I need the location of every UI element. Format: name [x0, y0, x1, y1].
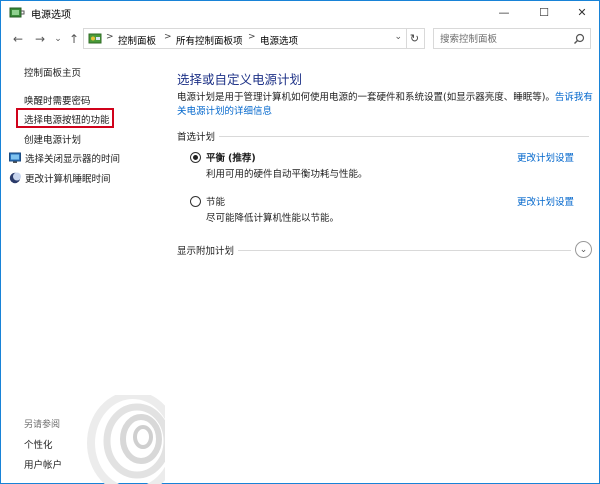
balanced-plan-name[interactable]: 平衡 (推荐) [206, 150, 256, 164]
balanced-plan-radio[interactable] [190, 152, 201, 163]
control-panel-home-link[interactable]: 控制面板主页 [24, 65, 81, 79]
search-box[interactable] [433, 28, 591, 49]
personalization-link[interactable]: 个性化 [24, 437, 53, 451]
search-icon[interactable] [573, 33, 585, 45]
power-saver-plan-name[interactable]: 节能 [206, 194, 225, 208]
additional-plans-section[interactable]: 显示附加计划 [177, 243, 571, 257]
breadcrumb-control-panel[interactable]: 控制面板 [118, 33, 156, 47]
balanced-plan-description: 利用可用的硬件自动平衡功耗与性能。 [206, 169, 368, 180]
control-panel-window: 电源选项 — ☐ ✕ ← → ⌄ ↑ > 控制面板 > 所有控制面板项 > 电源… [0, 0, 600, 484]
power-options-icon [9, 7, 25, 18]
refresh-button[interactable]: ↻ [405, 28, 425, 49]
moon-icon [9, 172, 21, 184]
back-button[interactable]: ← [9, 30, 27, 48]
sleep-time-link[interactable]: 更改计算机睡眠时间 [9, 171, 111, 185]
display-off-time-label: 选择关闭显示器的时间 [25, 154, 121, 165]
minimize-button[interactable]: — [489, 1, 519, 24]
description-text: 电源计划是用于管理计算机如何使用电源的一套硬件和系统设置(如显示器亮度、睡眠等)… [177, 92, 555, 103]
sleep-time-label: 更改计算机睡眠时间 [25, 174, 111, 185]
page-title: 选择或自定义电源计划 [177, 72, 303, 87]
power-saver-plan-radio[interactable] [190, 196, 201, 207]
address-bar[interactable]: > 控制面板 > 所有控制面板项 > 电源选项 ⌄ [83, 28, 407, 49]
user-accounts-link[interactable]: 用户帐户 [24, 457, 62, 471]
balanced-change-settings-link[interactable]: 更改计划设置 [517, 150, 574, 164]
plan-name-text: 平衡 [206, 153, 226, 164]
power-saver-plan-description: 尽可能降低计算机性能以节能。 [206, 213, 340, 224]
plan-tag-text: (推荐) [228, 153, 256, 164]
breadcrumb-separator: > [248, 32, 256, 42]
left-navigation-pane: 控制面板主页 唤醒时需要密码 选择电源按钮的功能 创建电源计划 选择关闭显示器的… [1, 53, 165, 484]
create-power-plan-link[interactable]: 创建电源计划 [24, 132, 81, 146]
breadcrumb-all-items[interactable]: 所有控制面板项 [176, 33, 243, 47]
see-also-heading: 另请参阅 [24, 420, 61, 430]
display-off-time-link[interactable]: 选择关闭显示器的时间 [9, 151, 120, 165]
up-button[interactable]: ↑ [65, 30, 83, 48]
title-bar: 电源选项 — ☐ ✕ [1, 1, 599, 24]
page-description: 电源计划是用于管理计算机如何使用电源的一套硬件和系统设置(如显示器亮度、睡眠等)… [177, 91, 595, 119]
maximize-button[interactable]: ☐ [529, 1, 559, 24]
search-input[interactable] [440, 32, 570, 46]
section-divider [177, 136, 589, 137]
preferred-plans-section: 首选计划 [177, 129, 589, 143]
main-content: 选择或自定义电源计划 电源计划是用于管理计算机如何使用电源的一套硬件和系统设置(… [177, 53, 597, 483]
control-panel-icon [88, 33, 102, 44]
require-password-on-wakeup-link[interactable]: 唤醒时需要密码 [24, 93, 91, 107]
preferred-plans-heading: 首选计划 [177, 129, 220, 143]
window-title: 电源选项 [31, 10, 71, 21]
address-row: ← → ⌄ ↑ > 控制面板 > 所有控制面板项 > 电源选项 ⌄ ↻ [1, 26, 599, 52]
show-additional-plans-heading[interactable]: 显示附加计划 [177, 243, 239, 257]
decorative-swirl [87, 395, 165, 484]
breadcrumb-separator: > [106, 32, 114, 42]
close-button[interactable]: ✕ [567, 1, 597, 24]
choose-power-button-link[interactable]: 选择电源按钮的功能 [24, 112, 110, 126]
power-saver-change-settings-link[interactable]: 更改计划设置 [517, 194, 574, 208]
breadcrumb-power-options[interactable]: 电源选项 [260, 33, 298, 47]
forward-button[interactable]: → [31, 30, 49, 48]
monitor-icon [9, 152, 21, 163]
expand-chevron-icon[interactable]: ⌄ [575, 241, 592, 258]
address-dropdown-icon[interactable]: ⌄ [394, 32, 402, 42]
breadcrumb-separator: > [164, 32, 172, 42]
